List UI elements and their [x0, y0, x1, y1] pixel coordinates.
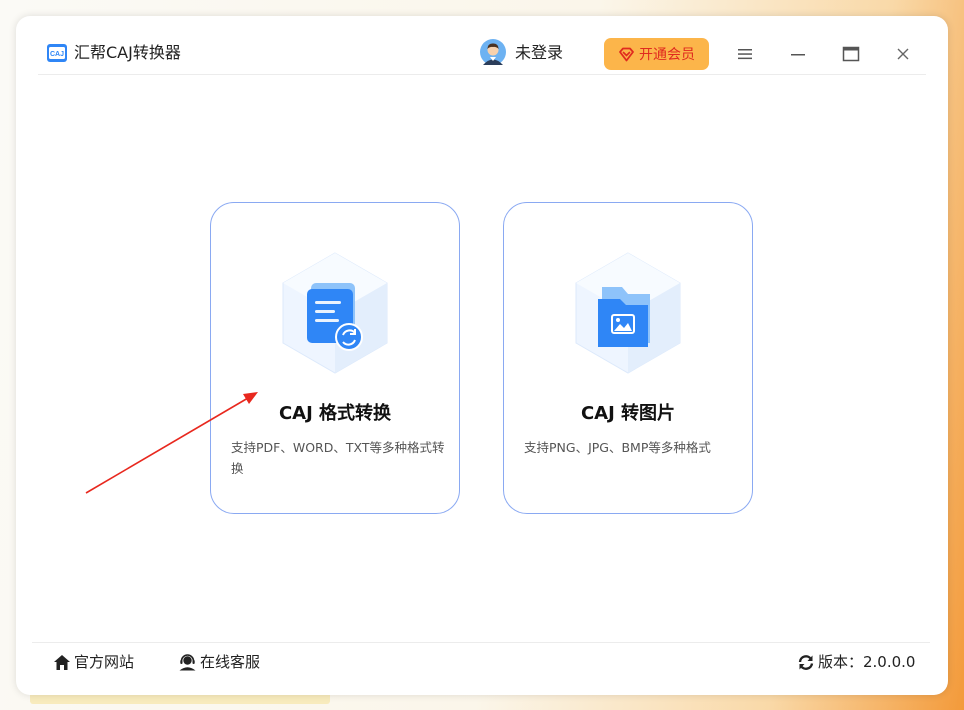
- app-window: CAJ 汇帮CAJ转换器 未登录 开通会员 CAJ 格式转换 支持PDF、WOR…: [16, 16, 948, 695]
- document-convert-icon: [282, 252, 388, 374]
- online-service-link[interactable]: 在线客服: [178, 653, 260, 671]
- caj-app-icon: CAJ: [47, 44, 67, 62]
- menu-icon: [738, 49, 752, 60]
- title-bar: CAJ 汇帮CAJ转换器 未登录 开通会员: [16, 16, 948, 76]
- maximize-icon: [842, 46, 860, 62]
- home-icon: [54, 654, 70, 670]
- close-icon: [897, 48, 909, 60]
- official-website-link[interactable]: 官方网站: [53, 653, 134, 671]
- maximize-button[interactable]: [837, 40, 865, 68]
- service-label: 在线客服: [200, 653, 261, 671]
- version-label: 版本：2.0.0.0: [818, 653, 916, 671]
- user-avatar-icon[interactable]: [480, 39, 506, 65]
- card-title: CAJ 转图片: [580, 403, 676, 424]
- title-divider: [38, 74, 926, 75]
- menu-button[interactable]: [731, 40, 759, 68]
- app-title: 汇帮CAJ转换器: [74, 43, 181, 62]
- login-link[interactable]: 未登录: [515, 43, 563, 63]
- minimize-icon: [791, 54, 805, 56]
- caj-to-image-card[interactable]: CAJ 转图片 支持PNG、JPG、BMP等多种格式: [503, 202, 753, 514]
- card-title: CAJ 格式转换: [278, 403, 392, 424]
- vip-diamond-icon: [619, 47, 634, 61]
- customer-service-icon: [179, 653, 196, 670]
- vip-label: 开通会员: [639, 47, 695, 63]
- card-description: 支持PNG、JPG、BMP等多种格式: [524, 440, 711, 455]
- caj-format-convert-card[interactable]: CAJ 格式转换 支持PDF、WORD、TXT等多种格式转换: [210, 202, 460, 514]
- minimize-button[interactable]: [784, 40, 812, 68]
- svg-text:CAJ: CAJ: [50, 51, 64, 58]
- vip-button[interactable]: 开通会员: [604, 38, 709, 70]
- card-description: 支持PDF、WORD、TXT等多种格式转换: [231, 440, 445, 476]
- footer-divider: [32, 642, 930, 643]
- close-button[interactable]: [889, 40, 917, 68]
- refresh-icon: [798, 654, 814, 670]
- website-label: 官方网站: [74, 653, 135, 671]
- version-info: 版本：2.0.0.0: [797, 653, 915, 671]
- image-folder-icon: [575, 252, 681, 374]
